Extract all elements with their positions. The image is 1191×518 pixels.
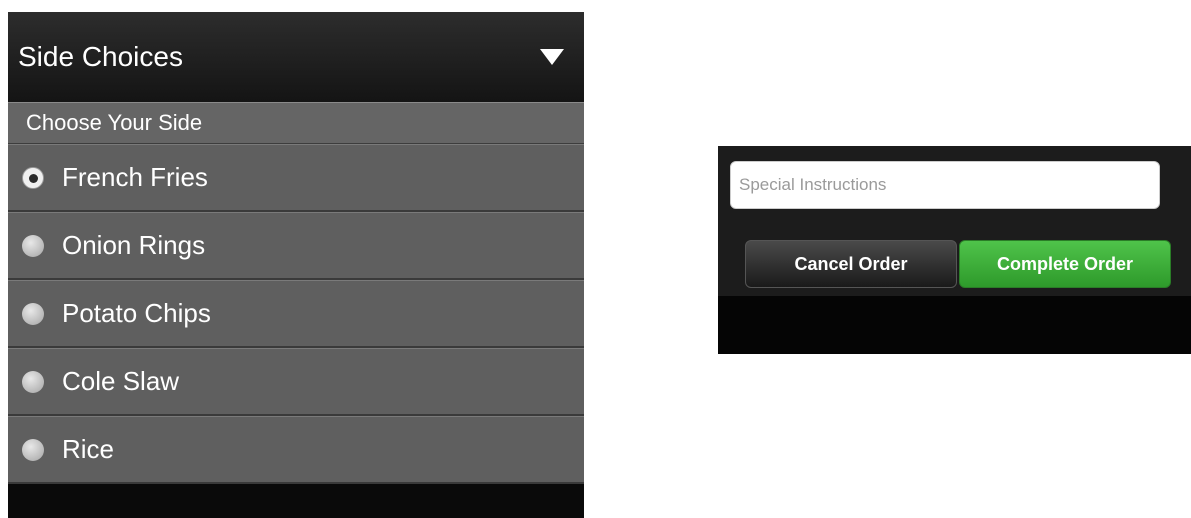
option-label: Cole Slaw [62, 366, 180, 396]
option-onion-rings[interactable]: Onion Rings [8, 212, 584, 280]
section-label: Choose Your Side [8, 102, 584, 144]
order-controls: Cancel Order Complete Order [718, 146, 1191, 296]
panel-footer [8, 484, 584, 518]
complete-order-button[interactable]: Complete Order [959, 240, 1171, 288]
cancel-order-button[interactable]: Cancel Order [745, 240, 957, 288]
option-french-fries[interactable]: French Fries [8, 144, 584, 212]
order-panel-footer [718, 296, 1191, 354]
order-panel: Cancel Order Complete Order [718, 146, 1191, 354]
panel-title: Side Choices [18, 41, 183, 72]
radio-icon[interactable] [22, 234, 44, 257]
option-label: Potato Chips [62, 298, 211, 328]
side-choices-header[interactable]: Side Choices [8, 12, 584, 102]
radio-selected-icon[interactable] [22, 166, 44, 189]
option-cole-slaw[interactable]: Cole Slaw [8, 348, 584, 416]
special-instructions-input[interactable] [730, 161, 1160, 209]
page: Side Choices Choose Your Side French Fri… [0, 0, 1191, 518]
radio-icon[interactable] [22, 302, 44, 325]
option-potato-chips[interactable]: Potato Chips [8, 280, 584, 348]
option-label: Rice [62, 434, 115, 464]
triangle-down-icon[interactable] [540, 49, 564, 65]
option-label: French Fries [62, 162, 208, 192]
radio-icon[interactable] [22, 438, 44, 461]
side-choices-panel: Side Choices Choose Your Side French Fri… [8, 12, 584, 518]
option-rice[interactable]: Rice [8, 416, 584, 484]
radio-icon[interactable] [22, 370, 44, 393]
option-label: Onion Rings [62, 230, 206, 260]
